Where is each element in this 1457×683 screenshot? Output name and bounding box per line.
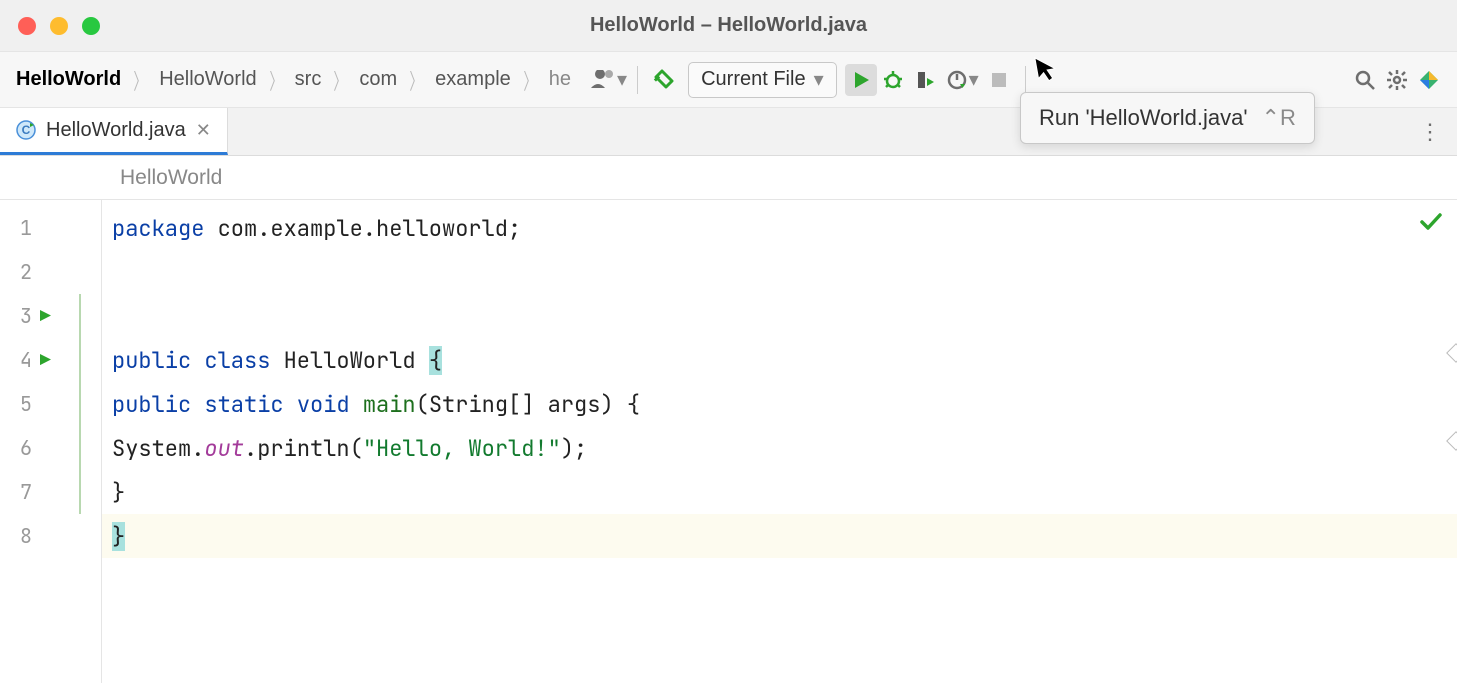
code-line[interactable] [102,558,1457,602]
context-class[interactable]: HelloWorld [120,166,222,190]
run-config-label: Current File [701,68,805,91]
stop-button[interactable] [983,64,1015,96]
toolbar-separator [1025,66,1026,94]
chevron-right-icon: 〉 [523,64,536,96]
inspection-ok-icon[interactable] [1419,210,1443,234]
code-line[interactable] [102,250,1457,338]
file-tab[interactable]: C HelloWorld.java ✕ [0,108,228,155]
file-tab-label: HelloWorld.java [46,119,186,142]
breadcrumb-root[interactable]: HelloWorld [12,66,125,93]
code-line[interactable]: } [102,514,1457,558]
breadcrumb-item[interactable]: src [291,66,326,93]
toolbar-separator [637,66,638,94]
chevron-down-icon: ▾ [814,67,824,92]
run-gutter-icon[interactable]: ▶ [40,305,51,328]
tooltip-shortcut: ⌃R [1262,105,1296,131]
line-number[interactable]: 1 [10,215,32,241]
line-number[interactable]: 8 [10,523,32,549]
run-configuration-selector[interactable]: Current File ▾ [688,62,837,98]
window-controls [18,17,100,35]
run-gutter-icon[interactable]: ▶ [40,349,51,372]
search-icon[interactable] [1349,64,1381,96]
window-title: HelloWorld – HelloWorld.java [590,14,867,37]
line-number[interactable]: 7 [10,479,32,505]
code-editor[interactable]: 1 2 3 ▶ 4 ▶ 5 6 7 8 package com.example.he… [0,200,1457,683]
jetbrains-toolbox-icon[interactable] [1413,64,1445,96]
close-tab-icon[interactable]: ✕ [196,120,211,141]
zoom-window-button[interactable] [82,17,100,35]
debug-button[interactable] [877,64,909,96]
code-line[interactable]: public static void main(String[] args) { [102,382,1457,426]
line-number[interactable]: 3 [10,303,32,329]
svg-text:C: C [22,123,31,137]
settings-icon[interactable] [1381,64,1413,96]
line-number[interactable]: 6 [10,435,32,461]
breadcrumb-item[interactable]: com [355,66,401,93]
line-number[interactable]: 2 [10,259,32,285]
java-class-icon: C [16,120,36,140]
tab-options-icon[interactable]: ⋮ [1419,119,1441,145]
code-with-me-icon[interactable] [587,64,619,96]
breadcrumb-item[interactable]: HelloWorld [155,66,260,93]
coverage-button[interactable] [909,64,941,96]
line-number[interactable]: 4 [10,347,32,373]
build-icon[interactable] [648,64,680,96]
run-button[interactable] [845,64,877,96]
code-line[interactable]: public class HelloWorld { [102,338,1457,382]
editor-gutter[interactable]: 1 2 3 ▶ 4 ▶ 5 6 7 8 [0,200,102,683]
line-number[interactable]: 5 [10,391,32,417]
breadcrumb: HelloWorld 〉 HelloWorld 〉 src 〉 com 〉 ex… [12,64,575,96]
chevron-right-icon: 〉 [134,64,147,96]
chevron-down-icon[interactable]: ▾ [969,67,979,92]
titlebar: HelloWorld – HelloWorld.java [0,0,1457,52]
chevron-down-icon[interactable]: ▾ [617,67,627,92]
chevron-right-icon: 〉 [410,64,423,96]
minimize-window-button[interactable] [50,17,68,35]
breadcrumb-item-collapsed[interactable]: he [545,66,575,93]
tooltip-label: Run 'HelloWorld.java' [1039,105,1248,131]
chevron-right-icon: 〉 [269,64,282,96]
chevron-right-icon: 〉 [334,64,347,96]
code-area[interactable]: package com.example.helloworld; public cl… [102,200,1457,683]
code-line[interactable]: System.out.println("Hello, World!"); [102,426,1457,470]
close-window-button[interactable] [18,17,36,35]
code-line[interactable]: package com.example.helloworld; [102,206,1457,250]
breadcrumb-item[interactable]: example [431,66,515,93]
mouse-cursor-icon [1034,53,1061,84]
editor-context-bar: HelloWorld [0,156,1457,200]
code-line[interactable]: } [102,470,1457,514]
run-tooltip: Run 'HelloWorld.java' ⌃R [1020,92,1315,144]
